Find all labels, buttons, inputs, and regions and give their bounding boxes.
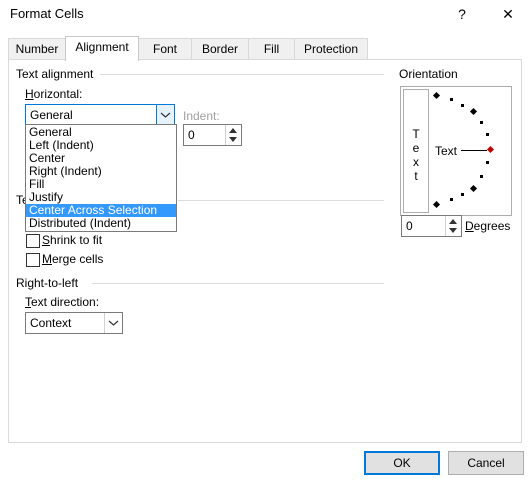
title-bar: Format Cells ? ✕ (0, 0, 528, 28)
tab-alignment[interactable]: Alignment (65, 36, 139, 61)
orientation-heading: Orientation (399, 67, 458, 81)
cancel-button[interactable]: Cancel (448, 451, 524, 475)
horizontal-select[interactable]: General (25, 104, 175, 126)
close-button[interactable]: ✕ (498, 4, 518, 24)
horizontal-select-value: General (30, 108, 73, 122)
arrow-down-icon[interactable] (449, 228, 457, 233)
indent-stepper[interactable]: 0 (183, 124, 242, 146)
tab-number[interactable]: Number (8, 38, 66, 60)
text-alignment-heading: Text alignment (16, 67, 94, 81)
list-item[interactable]: Right (Indent) (26, 165, 176, 178)
degrees-stepper[interactable]: 0 (401, 215, 462, 237)
tab-fill[interactable]: Fill (248, 38, 295, 60)
text-direction-select[interactable]: Context (25, 312, 123, 334)
orientation-dot (450, 98, 453, 101)
tab-protection[interactable]: Protection (294, 38, 368, 60)
orientation-dot (461, 193, 464, 196)
right-to-left-divider (92, 283, 384, 284)
degrees-spin-buttons[interactable] (445, 216, 461, 236)
orientation-text-label: Text (435, 144, 458, 158)
ok-button[interactable]: OK (364, 451, 440, 475)
orientation-marker[interactable] (432, 91, 441, 100)
horizontal-label: Horizontal: (25, 87, 83, 101)
indent-value: 0 (188, 128, 195, 142)
merge-cells-label: Merge cells (42, 252, 104, 266)
vertical-text-char: x (413, 155, 419, 169)
merge-cells-checkbox[interactable] (26, 253, 40, 267)
text-direction-label: Text direction: (25, 295, 100, 309)
help-button[interactable]: ? (452, 4, 472, 24)
text-alignment-divider (100, 74, 384, 75)
shrink-to-fit-label: Shrink to fit (42, 233, 103, 247)
horizontal-dropdown-list: General Left (Indent) Center Right (Inde… (25, 124, 177, 232)
indent-label: Indent: (183, 109, 220, 123)
arrow-up-icon[interactable] (229, 128, 237, 133)
vertical-text-char: t (414, 169, 418, 183)
orientation-needle (461, 150, 487, 151)
shrink-to-fit-checkbox[interactable] (26, 234, 40, 248)
orientation-dot (480, 175, 483, 178)
orientation-marker[interactable] (432, 200, 441, 209)
orientation-dot (480, 121, 483, 124)
orientation-marker-active[interactable] (486, 145, 495, 154)
orientation-dot (461, 104, 464, 107)
list-item[interactable]: Distributed (Indent) (26, 217, 176, 230)
arrow-up-icon[interactable] (449, 219, 457, 224)
tab-font[interactable]: Font (138, 38, 192, 60)
orientation-dot (486, 133, 489, 136)
tab-border[interactable]: Border (191, 38, 249, 60)
orientation-marker[interactable] (469, 184, 478, 193)
arrow-down-icon[interactable] (229, 137, 237, 142)
text-direction-value: Context (30, 316, 72, 330)
chevron-down-icon[interactable] (104, 313, 122, 333)
indent-spin-buttons[interactable] (225, 125, 241, 145)
right-to-left-heading: Right-to-left (16, 276, 79, 290)
text-control-divider (178, 200, 384, 201)
degrees-value: 0 (406, 219, 413, 233)
chevron-down-icon[interactable] (156, 105, 174, 125)
orientation-dot (486, 161, 489, 164)
orientation-marker[interactable] (469, 107, 478, 116)
orientation-dot (450, 198, 453, 201)
vertical-text-char: T (412, 127, 420, 141)
vertical-text-option[interactable]: T e x t (403, 89, 429, 213)
dialog-title: Format Cells (10, 6, 84, 21)
degrees-label: Degrees (465, 219, 511, 233)
vertical-text-char: e (412, 141, 420, 155)
